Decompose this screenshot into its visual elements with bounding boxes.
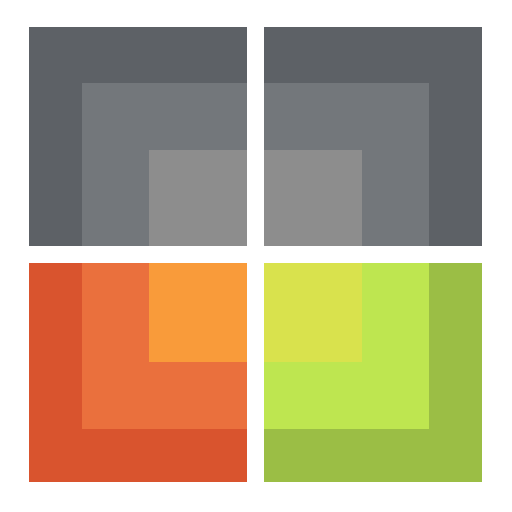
logo-quadrant-bottom-left — [29, 263, 247, 482]
logo-quadrant-top-left — [29, 27, 247, 246]
inner-square — [264, 150, 362, 246]
inner-square — [264, 263, 362, 362]
logo-quadrant-bottom-right — [264, 263, 482, 482]
app-icon-canvas — [0, 0, 512, 512]
inner-square — [149, 150, 247, 246]
inner-square — [149, 263, 247, 362]
logo-quadrant-top-right — [264, 27, 482, 246]
